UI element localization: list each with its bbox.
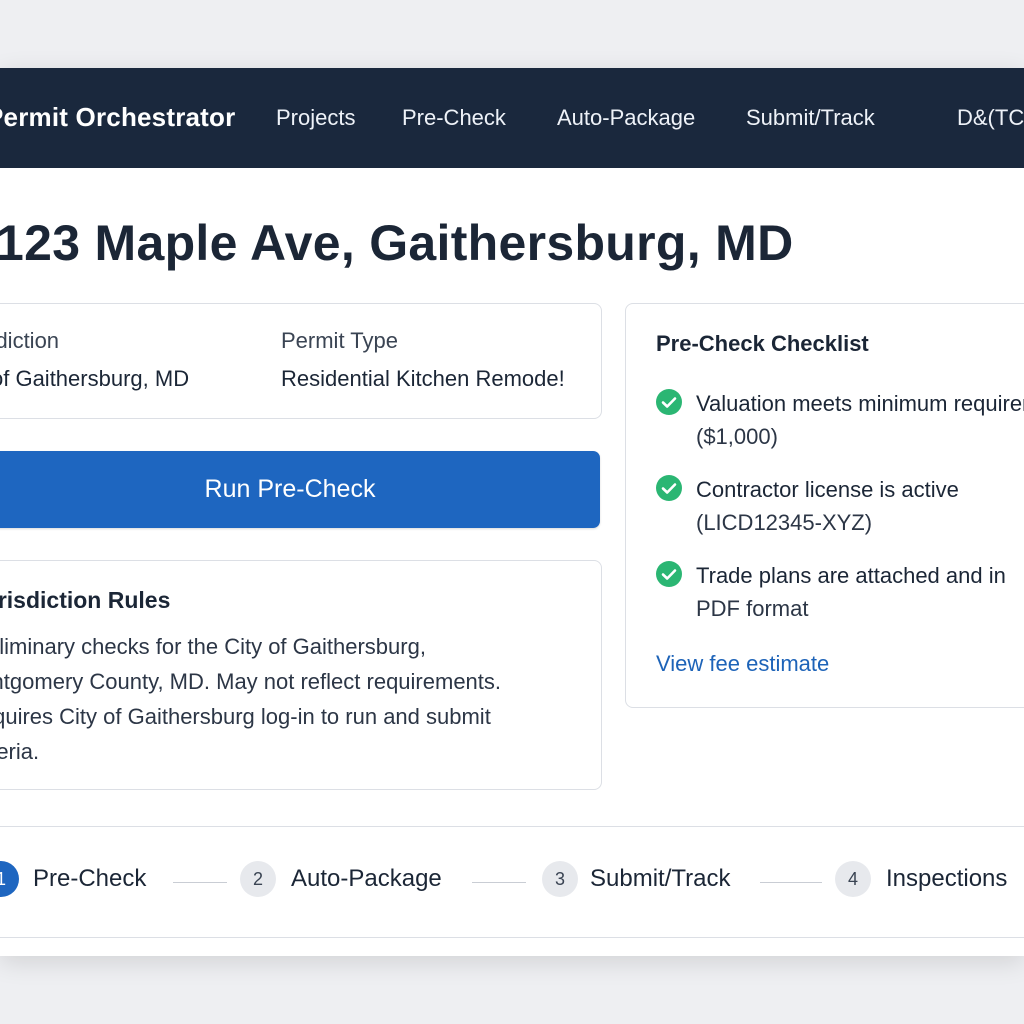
workflow-stepper: 1 Pre-Check 2 Auto-Package 3 Submit/Trac… (0, 826, 1024, 938)
view-fee-estimate-link[interactable]: View fee estimate (656, 651, 829, 677)
step-connector (760, 882, 822, 883)
nav-link-auto-package[interactable]: Auto-Package (557, 105, 695, 131)
nav-link-projects[interactable]: Projects (276, 105, 355, 131)
rules-text-line: Preliminary checks for the City of Gaith… (0, 634, 426, 659)
app-brand[interactable]: Permit Orchestrator (0, 102, 235, 133)
checklist-item-detail: PDF format (696, 596, 809, 621)
checklist-item-text: Contractor license is active (696, 477, 959, 502)
step-2-indicator[interactable]: 2 (240, 861, 276, 897)
jurisdiction-rules-card: Jurisdiction Rules Preliminary checks fo… (0, 560, 602, 790)
checklist-item-text: Trade plans are attached and in (696, 563, 1006, 588)
user-menu[interactable]: D&(TC (957, 105, 1024, 131)
rules-text-line: criteria. (0, 739, 40, 764)
jurisdiction-label: Jurisdiction (0, 328, 60, 353)
step-4-label[interactable]: Inspections (886, 865, 1007, 893)
step-1-indicator[interactable]: 1 (0, 861, 19, 897)
step-connector (472, 882, 526, 883)
run-pre-check-button[interactable]: Run Pre-Check (0, 451, 600, 528)
check-circle-icon (656, 475, 682, 501)
step-connector (173, 882, 227, 883)
permit-type-label: Permit Type (281, 328, 398, 353)
step-3-indicator[interactable]: 3 (542, 861, 578, 897)
jurisdiction-value: City of Gaithersburg, MD (0, 366, 190, 391)
nav-link-pre-check[interactable]: Pre-Check (402, 105, 506, 131)
checklist-title: Pre-Check Checklist (656, 331, 869, 356)
step-4-indicator[interactable]: 4 (835, 861, 871, 897)
jurisdiction-rules-title: Jurisdiction Rules (0, 587, 171, 613)
step-3-label[interactable]: Submit/Track (590, 865, 730, 893)
app-window: Permit Orchestrator Projects Pre-Check A… (0, 68, 1024, 956)
rules-text-line: Requires City of Gaithersburg log-in to … (0, 704, 491, 729)
permit-type-value: Residential Kitchen Remode! (281, 366, 565, 391)
step-1-label[interactable]: Pre-Check (33, 865, 146, 893)
checklist-item-text: Valuation meets minimum requirement (696, 391, 1024, 416)
rules-text-line: Montgomery County, MD. May not reflect r… (0, 669, 502, 694)
checklist-item-detail: ($1,000) (696, 424, 778, 449)
checklist-item-detail: (LICD12345-XYZ) (696, 510, 873, 535)
page-title: 123 Maple Ave, Gaithersburg, MD (0, 215, 794, 271)
top-navigation-bar: Permit Orchestrator Projects Pre-Check A… (0, 68, 1024, 168)
nav-link-submit-track[interactable]: Submit/Track (746, 105, 875, 131)
check-circle-icon (656, 561, 682, 587)
check-circle-icon (656, 389, 682, 415)
project-info-card: Jurisdiction City of Gaithersburg, MD Pe… (0, 303, 602, 419)
step-2-label[interactable]: Auto-Package (291, 865, 442, 893)
pre-check-checklist-card: Pre-Check Checklist Valuation meets mini… (625, 303, 1024, 708)
